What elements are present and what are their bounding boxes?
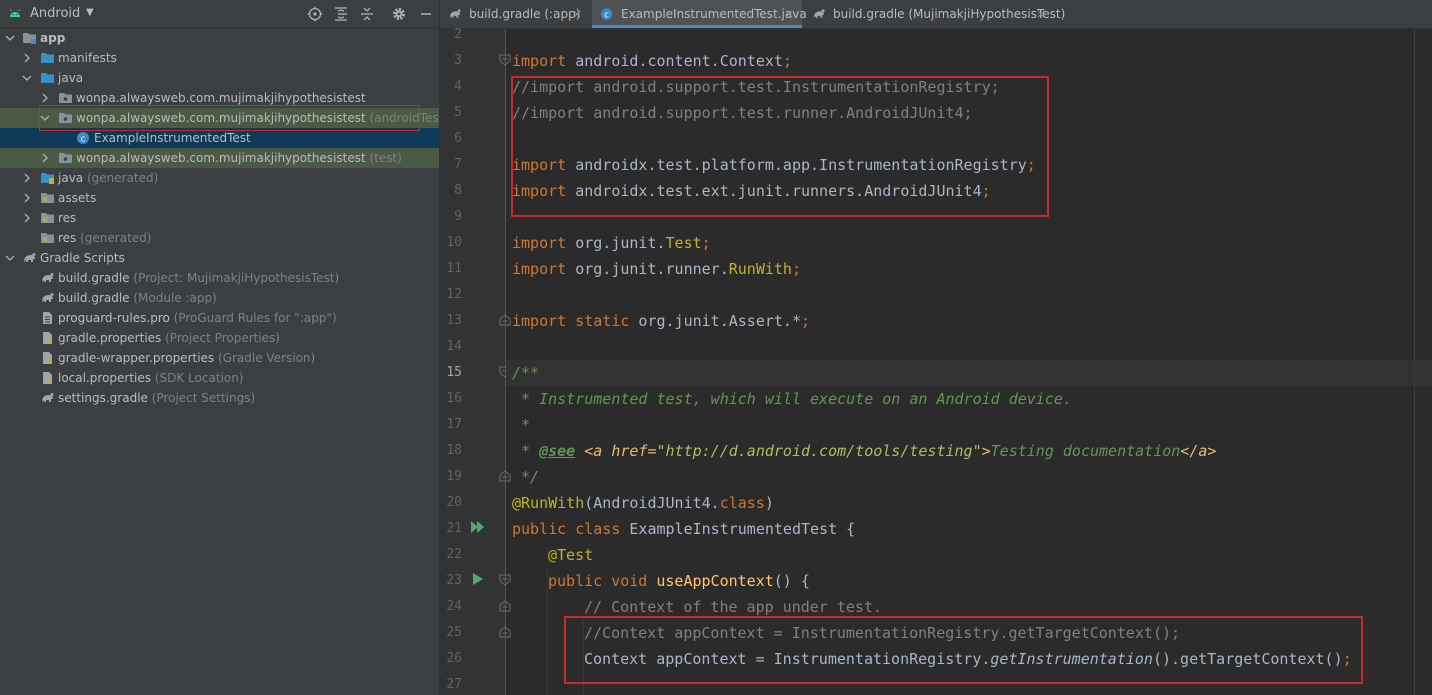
- tree-item-settings-gradle[interactable]: settings.gradle (Project Settings): [0, 388, 439, 408]
- resource-folder-icon: [41, 233, 54, 243]
- project-panel-header: Android ▼: [0, 0, 439, 29]
- tree-item-res-generated[interactable]: res (generated): [0, 228, 439, 248]
- tree-item-package-main[interactable]: wonpa.alwaysweb.com.mujimakjihypothesist…: [0, 88, 439, 108]
- code-line-13: import static org.junit.Assert.*;: [512, 312, 811, 330]
- chevron-right-icon[interactable]: [22, 213, 32, 223]
- editor-gutter[interactable]: 2 3 4 5 6 7 8 9 10 11 12 13 14 15 16 17 …: [440, 27, 511, 695]
- folder-icon: [41, 73, 54, 83]
- code-line-7: import androidx.test.platform.app.Instru…: [512, 156, 1036, 174]
- svg-text:c: c: [81, 135, 86, 145]
- close-icon[interactable]: ×: [1036, 0, 1046, 28]
- tree-item-build-gradle-project[interactable]: build.gradle (Project: MujimakjiHypothes…: [0, 268, 439, 288]
- code-line-11: import org.junit.runner.RunWith;: [512, 260, 801, 278]
- code-line-20: @RunWith(AndroidJUnit4.class): [512, 494, 774, 512]
- package-icon: [59, 93, 72, 103]
- chevron-down-icon[interactable]: [5, 253, 15, 263]
- run-test-icon[interactable]: [470, 571, 486, 587]
- right-margin-guide: [1414, 29, 1415, 695]
- chevron-down-icon[interactable]: [5, 33, 15, 43]
- code-line-17: *: [512, 416, 531, 434]
- collapse-all-icon[interactable]: [359, 6, 375, 22]
- code-line-18: * @see <a href="http://d.android.com/too…: [512, 442, 1217, 460]
- tree-item-proguard-rules[interactable]: proguard-rules.pro (ProGuard Rules for "…: [0, 308, 439, 328]
- gradle-icon: [42, 393, 54, 402]
- tree-item-local-properties[interactable]: local.properties (SDK Location): [0, 368, 439, 388]
- editor-tabs: build.gradle (:app) × c ExampleInstrumen…: [440, 0, 1432, 29]
- resource-folder-icon: [41, 213, 54, 223]
- chevron-down-icon[interactable]: ▼: [86, 7, 94, 18]
- svg-text:c: c: [604, 9, 609, 19]
- code-line-24: // Context of the app under test.: [584, 598, 883, 616]
- properties-file-icon: [43, 332, 52, 344]
- tree-item-assets[interactable]: assets: [0, 188, 439, 208]
- tree-item-gradle-properties[interactable]: gradle.properties (Project Properties): [0, 328, 439, 348]
- caret-line-highlight: [506, 360, 1432, 386]
- tab-build-gradle-project[interactable]: build.gradle (MujimakjiHypothesisTest) ×: [804, 0, 1065, 28]
- tab-build-gradle-app[interactable]: build.gradle (:app) ×: [440, 0, 590, 28]
- minimize-icon[interactable]: [418, 6, 434, 22]
- chevron-right-icon[interactable]: [22, 193, 32, 203]
- chevron-down-icon[interactable]: [40, 113, 50, 123]
- project-view-selector[interactable]: Android: [30, 6, 80, 21]
- tree-item-gradle-scripts[interactable]: Gradle Scripts: [0, 248, 439, 268]
- java-class-icon: c: [600, 8, 613, 20]
- code-line-25: //Context appContext = InstrumentationRe…: [584, 624, 1181, 642]
- ide-window: Android ▼ app manifests java wonpa.alway…: [0, 0, 1432, 695]
- tab-example-instrumented-test[interactable]: c ExampleInstrumentedTest.java ×: [592, 0, 807, 28]
- tree-item-manifests[interactable]: manifests: [0, 48, 439, 68]
- tree-item-package-test[interactable]: wonpa.alwaysweb.com.mujimakjihypothesist…: [0, 148, 439, 168]
- locate-icon[interactable]: [307, 6, 323, 22]
- code-editor: build.gradle (:app) × c ExampleInstrumen…: [440, 0, 1432, 695]
- folder-icon: [41, 53, 54, 63]
- tree-item-app[interactable]: app: [0, 28, 439, 48]
- properties-file-icon: [43, 372, 52, 384]
- code-line-22: @Test: [548, 546, 594, 564]
- code-line-19: */: [512, 468, 540, 486]
- gradle-icon: [42, 273, 54, 282]
- java-class-icon: c: [77, 132, 89, 145]
- package-icon: [59, 153, 72, 163]
- tree-item-java-generated[interactable]: java (generated): [0, 168, 439, 188]
- tree-item-example-instrumented-test[interactable]: c ExampleInstrumentedTest: [0, 128, 439, 148]
- tree-item-res[interactable]: res: [0, 208, 439, 228]
- run-tests-icon[interactable]: [470, 519, 486, 535]
- text-file-icon: [43, 312, 52, 324]
- chevron-right-icon[interactable]: [40, 93, 50, 103]
- chevron-right-icon[interactable]: [22, 53, 32, 63]
- code-line-5: //import android.support.test.runner.And…: [512, 104, 973, 122]
- code-line-21: public class ExampleInstrumentedTest {: [512, 520, 856, 538]
- tree-item-package-androidtest[interactable]: wonpa.alwaysweb.com.mujimakjihypothesist…: [0, 108, 439, 128]
- code-text-area[interactable]: import android.content.Context; //import…: [506, 29, 1432, 695]
- close-icon[interactable]: ×: [784, 0, 794, 28]
- code-line-3: import android.content.Context;: [512, 52, 792, 70]
- code-line-16: * Instrumented test, which will execute …: [512, 390, 1072, 408]
- tree-item-java[interactable]: java: [0, 68, 439, 88]
- code-line-23: public void useAppContext() {: [548, 572, 810, 590]
- gear-icon[interactable]: [391, 6, 407, 22]
- gradle-icon: [449, 9, 461, 18]
- chevron-right-icon[interactable]: [40, 153, 50, 163]
- code-line-4: //import android.support.test.Instrument…: [512, 78, 1000, 96]
- module-folder-icon: [23, 33, 36, 44]
- code-line-10: import org.junit.Test;: [512, 234, 711, 252]
- gradle-icon: [42, 293, 54, 302]
- code-line-8: import androidx.test.ext.junit.runners.A…: [512, 182, 991, 200]
- chevron-down-icon[interactable]: [22, 73, 32, 83]
- close-icon[interactable]: ×: [572, 0, 582, 28]
- android-icon: [10, 9, 20, 17]
- package-icon: [59, 113, 72, 123]
- project-panel: Android ▼ app manifests java wonpa.alway…: [0, 0, 440, 695]
- code-line-26: Context appContext = InstrumentationRegi…: [584, 650, 1352, 668]
- chevron-right-icon[interactable]: [22, 173, 32, 183]
- project-tree: app manifests java wonpa.alwaysweb.com.m…: [0, 28, 439, 408]
- properties-file-icon: [43, 352, 52, 364]
- gradle-icon: [24, 253, 36, 262]
- resource-folder-icon: [41, 193, 54, 203]
- expand-all-icon[interactable]: [333, 6, 349, 22]
- tree-item-gradle-wrapper-properties[interactable]: gradle-wrapper.properties (Gradle Versio…: [0, 348, 439, 368]
- code-line-15: /**: [512, 364, 540, 382]
- gradle-icon: [813, 9, 825, 18]
- tree-item-build-gradle-module[interactable]: build.gradle (Module :app): [0, 288, 439, 308]
- generated-folder-icon: [41, 173, 54, 184]
